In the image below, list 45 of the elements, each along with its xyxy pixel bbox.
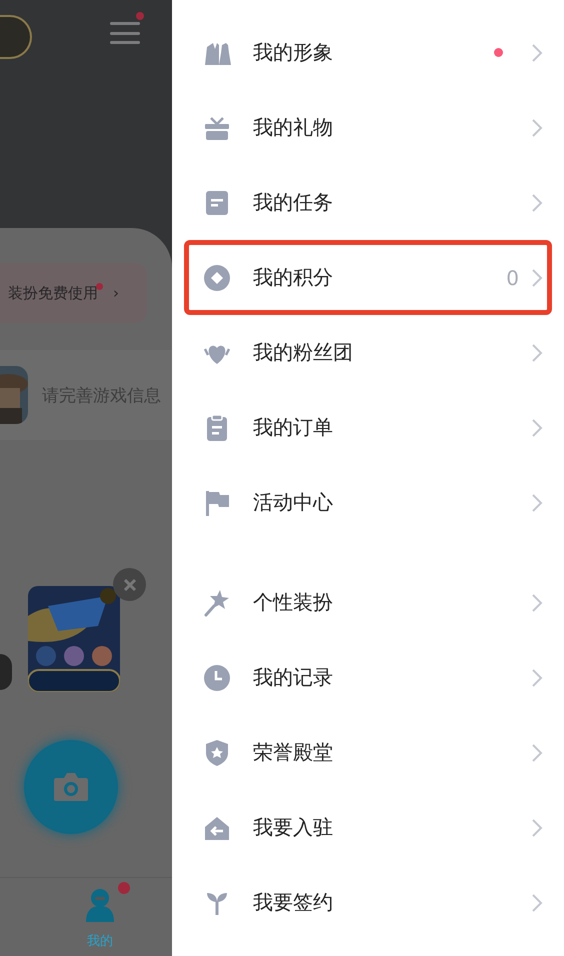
menu-item[interactable]: 我的礼物 bbox=[184, 90, 552, 165]
menu-label: 我的积分 bbox=[253, 264, 334, 291]
menu-item[interactable]: 活动中心 bbox=[184, 465, 552, 540]
menu-label: 我要签约 bbox=[253, 889, 334, 916]
menu-label: 我的订单 bbox=[253, 414, 334, 441]
menu-item[interactable]: 我的任务 bbox=[184, 165, 552, 240]
menu-item[interactable]: 我的形象 bbox=[184, 15, 552, 90]
person-icon bbox=[84, 888, 116, 924]
menu-item[interactable]: 我要入驻 bbox=[184, 790, 552, 865]
menu-label: 我的任务 bbox=[253, 189, 334, 216]
menu-item[interactable]: 我的积分 0 bbox=[184, 240, 552, 315]
menu-item[interactable]: 我的记录 bbox=[184, 640, 552, 715]
menu-label: 我的记录 bbox=[253, 664, 334, 691]
menu-item[interactable]: 个性装扮 bbox=[184, 565, 552, 640]
menu-label: 我要入驻 bbox=[253, 814, 334, 841]
chevron-right-icon bbox=[531, 342, 543, 362]
menu-label: 活动中心 bbox=[253, 489, 334, 516]
chevron-right-icon bbox=[531, 818, 543, 838]
chevron-right-icon bbox=[531, 668, 543, 688]
chevron-right-icon bbox=[531, 118, 543, 138]
chevron-right-icon bbox=[531, 492, 543, 512]
arrow-text: › bbox=[113, 284, 119, 302]
menu-label: 我的礼物 bbox=[253, 114, 334, 141]
menu-label: 荣誉殿堂 bbox=[253, 739, 334, 766]
menu-item[interactable]: 我要签约 bbox=[184, 865, 552, 940]
menu-label: 我的形象 bbox=[253, 39, 334, 66]
chevron-right-icon bbox=[531, 742, 543, 762]
chevron-right-icon bbox=[531, 42, 543, 62]
menu-item[interactable]: 荣誉殿堂 bbox=[184, 715, 552, 790]
camera-icon bbox=[53, 772, 89, 802]
points-count: 0 bbox=[506, 266, 519, 290]
chevron-right-icon bbox=[531, 592, 543, 612]
close-icon bbox=[122, 578, 136, 592]
menu-item[interactable]: 我的粉丝团 bbox=[184, 315, 552, 390]
chevron-right-icon bbox=[531, 192, 543, 212]
side-tab[interactable] bbox=[0, 654, 12, 690]
chevron-right-icon bbox=[531, 418, 543, 438]
avatar[interactable] bbox=[0, 15, 32, 59]
menu-item[interactable]: 我的订单 bbox=[184, 390, 552, 465]
banner-text: 装扮免费使用 bbox=[8, 284, 98, 302]
close-button[interactable] bbox=[113, 568, 146, 601]
chevron-right-icon bbox=[531, 892, 543, 912]
chevron-right-icon bbox=[531, 268, 543, 288]
menu-label: 我的粉丝团 bbox=[253, 339, 354, 366]
menu-label: 个性装扮 bbox=[253, 589, 334, 616]
